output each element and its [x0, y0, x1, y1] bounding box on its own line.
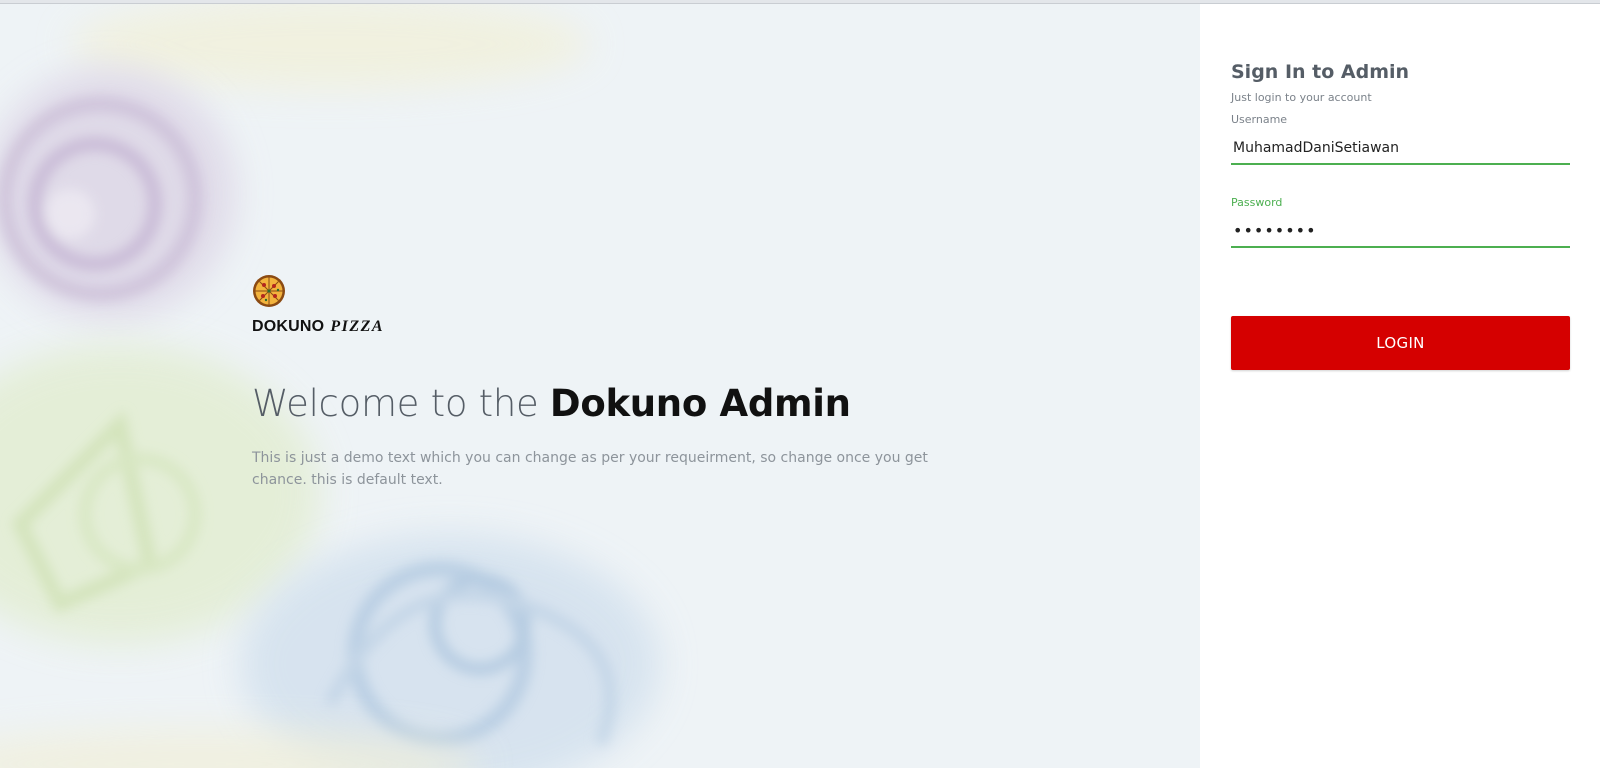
password-label: Password: [1231, 196, 1283, 209]
hero-panel: DOKUNO PIZZA Welcome to the Dokuno Admin …: [0, 4, 1200, 768]
brand-name-text: DOKUNO: [252, 318, 325, 335]
brand-name: DOKUNO PIZZA: [252, 318, 384, 336]
welcome-heading: Welcome to the Dokuno Admin: [252, 382, 851, 425]
login-title: Sign In to Admin: [1231, 61, 1410, 83]
username-label: Username: [1231, 113, 1288, 126]
login-panel: Sign In to Admin Just login to your acco…: [1200, 4, 1600, 768]
username-input[interactable]: [1231, 132, 1570, 165]
password-field-group: Password: [1231, 195, 1570, 248]
password-input[interactable]: [1231, 215, 1570, 248]
welcome-prefix: Welcome to the: [252, 382, 539, 425]
pizza-icon: [253, 275, 285, 307]
username-field-group: Username: [1231, 112, 1570, 165]
intro-text: This is just a demo text which you can c…: [252, 450, 928, 488]
brand-name-script: PIZZA: [330, 318, 385, 335]
welcome-strong: Dokuno Admin: [549, 382, 851, 425]
login-subtitle: Just login to your account: [1231, 91, 1372, 104]
login-button[interactable]: LOGIN: [1231, 316, 1570, 370]
